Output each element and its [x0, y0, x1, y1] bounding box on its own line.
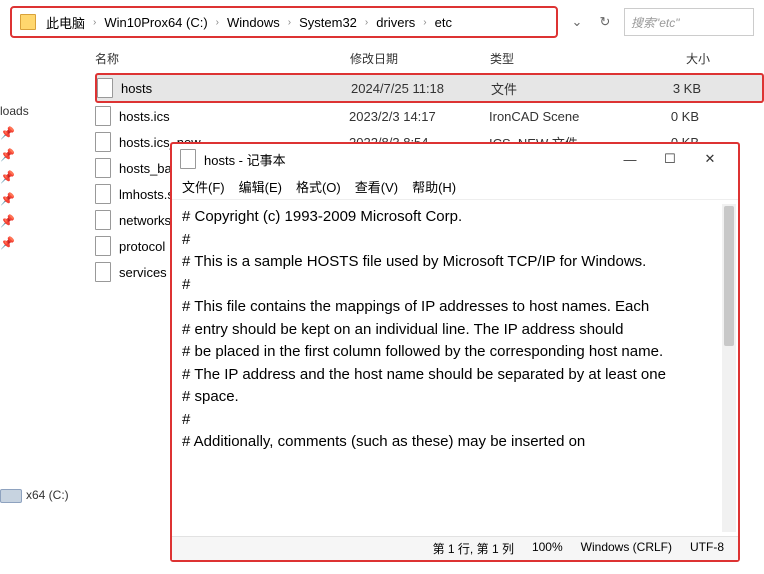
- column-size[interactable]: 大小: [640, 50, 710, 67]
- close-button[interactable]: ✕: [690, 151, 730, 167]
- column-date[interactable]: 修改日期: [350, 50, 490, 67]
- chevron-right-icon: ›: [212, 17, 223, 28]
- text-line: # The IP address and the host name shoul…: [182, 364, 728, 387]
- column-type[interactable]: 类型: [490, 50, 640, 67]
- text-line: # Additionally, comments (such as these)…: [182, 431, 728, 454]
- breadcrumb-item[interactable]: etc: [431, 13, 456, 32]
- file-name: hosts.ics: [119, 109, 349, 124]
- text-line: #: [182, 229, 728, 252]
- file-size: 0 KB: [639, 109, 699, 124]
- file-icon: [95, 132, 111, 152]
- sidebar-pin[interactable]: 📌: [0, 232, 40, 254]
- text-line: #: [182, 409, 728, 432]
- maximize-button[interactable]: ☐: [650, 151, 690, 167]
- pin-icon: 📌: [0, 192, 15, 206]
- breadcrumb-item[interactable]: drivers: [372, 13, 419, 32]
- menu-edit[interactable]: 编辑(E): [239, 177, 282, 196]
- address-bar: 此电脑› Win10Prox64 (C:)› Windows› System32…: [0, 0, 764, 44]
- text-line: # space.: [182, 386, 728, 409]
- notepad-statusbar: 第 1 行, 第 1 列 100% Windows (CRLF) UTF-8: [172, 536, 738, 560]
- notepad-textarea[interactable]: # Copyright (c) 1993-2009 Microsoft Corp…: [172, 200, 738, 536]
- breadcrumb-item[interactable]: Win10Prox64 (C:): [100, 13, 211, 32]
- pin-icon: 📌: [0, 214, 15, 228]
- search-input[interactable]: 搜索"etc": [624, 8, 754, 36]
- sidebar-pin[interactable]: 📌: [0, 166, 40, 188]
- scrollbar[interactable]: [722, 204, 736, 532]
- file-icon: [97, 78, 113, 98]
- file-icon: [95, 184, 111, 204]
- file-row[interactable]: hosts.ics 2023/2/3 14:17 IronCAD Scene 0…: [95, 103, 764, 129]
- file-date: 2023/2/3 14:17: [349, 109, 489, 124]
- sidebar-pin[interactable]: 📌: [0, 210, 40, 232]
- file-icon: [95, 210, 111, 230]
- text-line: # Copyright (c) 1993-2009 Microsoft Corp…: [182, 206, 728, 229]
- status-position: 第 1 行, 第 1 列: [433, 540, 514, 557]
- chevron-right-icon: ›: [89, 17, 100, 28]
- status-eol: Windows (CRLF): [581, 540, 672, 557]
- status-encoding: UTF-8: [690, 540, 724, 557]
- file-name: hosts: [121, 81, 351, 96]
- sidebar-item[interactable]: loads: [0, 100, 40, 122]
- text-line: # be placed in the first column followed…: [182, 341, 728, 364]
- breadcrumb[interactable]: 此电脑› Win10Prox64 (C:)› Windows› System32…: [10, 6, 558, 38]
- file-icon: [95, 106, 111, 126]
- file-icon: [95, 236, 111, 256]
- file-date: 2024/7/25 11:18: [351, 81, 491, 96]
- menu-file[interactable]: 文件(F): [182, 177, 225, 196]
- file-size: 3 KB: [641, 81, 701, 96]
- notepad-titlebar[interactable]: hosts - 记事本 — ☐ ✕: [172, 144, 738, 174]
- chevron-right-icon: ›: [361, 17, 372, 28]
- file-icon: [95, 262, 111, 282]
- file-type: IronCAD Scene: [489, 109, 639, 124]
- chevron-right-icon: ›: [284, 17, 295, 28]
- notepad-title: hosts - 记事本: [204, 150, 610, 169]
- text-line: # entry should be kept on an individual …: [182, 319, 728, 342]
- status-zoom: 100%: [532, 540, 563, 557]
- text-line: # This is a sample HOSTS file used by Mi…: [182, 251, 728, 274]
- text-line: #: [182, 274, 728, 297]
- file-row[interactable]: hosts 2024/7/25 11:18 文件 3 KB: [95, 73, 764, 103]
- sidebar: loads 📌 📌 📌 📌 📌 📌 x64 (C:): [0, 60, 40, 560]
- column-headers: 名称 修改日期 类型 大小: [0, 44, 764, 73]
- menu-format[interactable]: 格式(O): [296, 177, 341, 196]
- pin-icon: 📌: [0, 126, 15, 140]
- scrollbar-thumb[interactable]: [724, 206, 734, 346]
- menu-help[interactable]: 帮助(H): [412, 177, 456, 196]
- pin-icon: 📌: [0, 236, 15, 250]
- notepad-icon: [180, 149, 196, 169]
- sidebar-drive[interactable]: x64 (C:): [0, 484, 40, 507]
- column-name[interactable]: 名称: [95, 50, 350, 67]
- breadcrumb-item[interactable]: System32: [295, 13, 361, 32]
- file-type: 文件: [491, 79, 641, 98]
- sidebar-pin[interactable]: 📌: [0, 122, 40, 144]
- chevron-right-icon: ›: [419, 17, 430, 28]
- breadcrumb-item[interactable]: 此电脑: [42, 11, 89, 34]
- refresh-icon[interactable]: ↻: [594, 11, 616, 33]
- text-line: # This file contains the mappings of IP …: [182, 296, 728, 319]
- nav-buttons: ⌄ ↻: [566, 11, 616, 33]
- pin-icon: 📌: [0, 148, 15, 162]
- pin-icon: 📌: [0, 170, 15, 184]
- folder-icon: [20, 14, 36, 30]
- drive-icon: [0, 489, 22, 503]
- minimize-button[interactable]: —: [610, 152, 650, 167]
- file-icon: [95, 158, 111, 178]
- history-dropdown-icon[interactable]: ⌄: [566, 11, 588, 33]
- sidebar-pin[interactable]: 📌: [0, 188, 40, 210]
- sidebar-pin[interactable]: 📌: [0, 144, 40, 166]
- breadcrumb-item[interactable]: Windows: [223, 13, 284, 32]
- notepad-window: hosts - 记事本 — ☐ ✕ 文件(F) 编辑(E) 格式(O) 查看(V…: [170, 142, 740, 562]
- menu-view[interactable]: 查看(V): [355, 177, 398, 196]
- notepad-menubar: 文件(F) 编辑(E) 格式(O) 查看(V) 帮助(H): [172, 174, 738, 200]
